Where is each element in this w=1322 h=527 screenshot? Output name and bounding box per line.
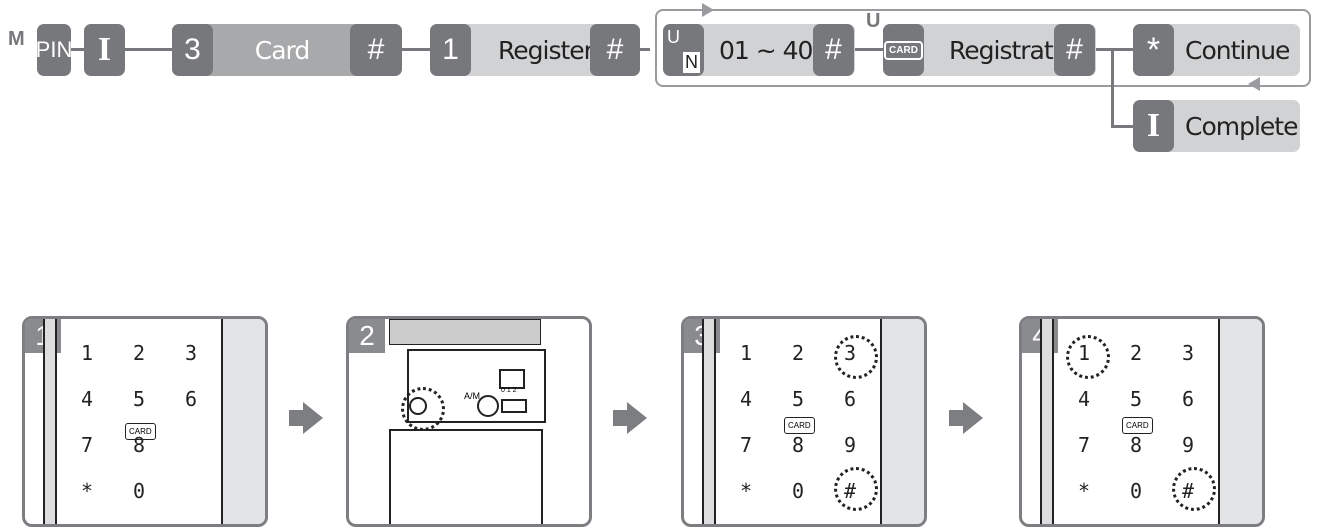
card-icon: CARD [1122,417,1153,434]
arrow-left-icon [1248,77,1260,91]
card-icon: CARD [883,24,924,76]
card-icon-label: CARD [884,40,923,60]
next-arrow-icon [613,410,627,426]
door-frame [43,319,57,524]
pin-key: PIN [36,24,72,76]
door-frame [702,319,716,524]
keypad-digit: 4 [81,387,94,411]
keypad-digit: 8 [792,433,805,457]
keypad-digit: 1 [81,341,94,365]
user-key: UN [663,24,704,76]
next-arrow-icon [289,410,303,426]
keypad-digit: 6 [1182,387,1195,411]
keypad-digit: 2 [1130,341,1143,365]
keypad-digit: 6 [844,387,857,411]
keypad-digit: 8 [133,433,146,457]
auto-manual-button [477,395,499,417]
keypad-digit: 0 [1130,479,1143,503]
hash-key: # [813,24,854,76]
keypad-digit: 7 [81,433,94,457]
keypad-digit: 1 [1078,341,1091,365]
volume-scale: 0 1 2 [501,387,517,394]
battery-cover [389,319,541,345]
keypad-digit: # [844,479,857,503]
key-3: 3 [172,24,213,76]
keypad-digit: # [1182,479,1195,503]
keypad-digit: 4 [740,387,753,411]
step-1-panel: 1 CARD 12345678*0 [22,316,268,527]
next-arrow-icon [627,402,647,434]
door-frame [880,319,924,524]
slot [499,369,525,389]
door-body [389,429,543,524]
keypad-digit: 9 [1182,433,1195,457]
keypad-digit: 9 [844,433,857,457]
next-arrow-icon [303,402,323,434]
keypad-digit: 5 [133,387,146,411]
keypad-digit: 3 [185,341,198,365]
connector-line [1096,48,1136,51]
keypad-digit: 2 [792,341,805,365]
next-arrow-icon [949,410,963,426]
key-1: 1 [430,24,471,76]
card-icon: CARD [784,417,815,434]
hash-key: # [590,24,640,76]
keypad-digit: 4 [1078,387,1091,411]
hash-key: # [350,24,402,76]
next-arrow-icon [963,402,983,434]
step-number: 2 [349,319,385,353]
mode-label: M [8,28,25,50]
user-label: U [866,10,881,32]
star-key: * [1133,24,1174,76]
range-label: 01 ~ 40 [719,35,813,65]
keypad-digit: 6 [185,387,198,411]
door-frame [1218,319,1262,524]
arrow-right-icon [702,3,714,17]
door-frame [221,319,265,524]
door-frame [1040,319,1054,524]
connector-line [855,48,885,51]
branch-line [1111,48,1114,128]
step-2-panel: 2 A/M 0 1 2 [346,316,592,527]
keypad-digit: 3 [1182,341,1195,365]
keypad-digit: 8 [1130,433,1143,457]
u-glyph: U [667,27,680,47]
i-key: I [84,24,125,76]
continue-label: Continue [1185,35,1290,65]
keypad-digit: * [740,479,753,503]
keypad-digit: 3 [844,341,857,365]
n-glyph: N [683,52,700,73]
complete-label: Complete [1185,111,1298,141]
i-key: I [1133,100,1174,152]
keypad-digit: 7 [1078,433,1091,457]
keypad-digit: 1 [740,341,753,365]
keypad-digit: 0 [792,479,805,503]
keypad-digit: * [81,479,94,503]
keypad-digit: 0 [133,479,146,503]
step-3-panel: 3 CARD 123456789*0# [681,316,927,527]
keypad-digit: * [1078,479,1091,503]
register-label: Register [498,35,594,65]
keypad-digit: 5 [792,387,805,411]
keypad-digit: 2 [133,341,146,365]
step-4-panel: 4 CARD 123456789*0# [1019,316,1265,527]
keypad-digit: 7 [740,433,753,457]
volume-switch [501,399,527,413]
register-button [409,397,427,415]
keypad-digit: 5 [1130,387,1143,411]
hash-key: # [1054,24,1095,76]
card-label: Card [254,35,310,65]
